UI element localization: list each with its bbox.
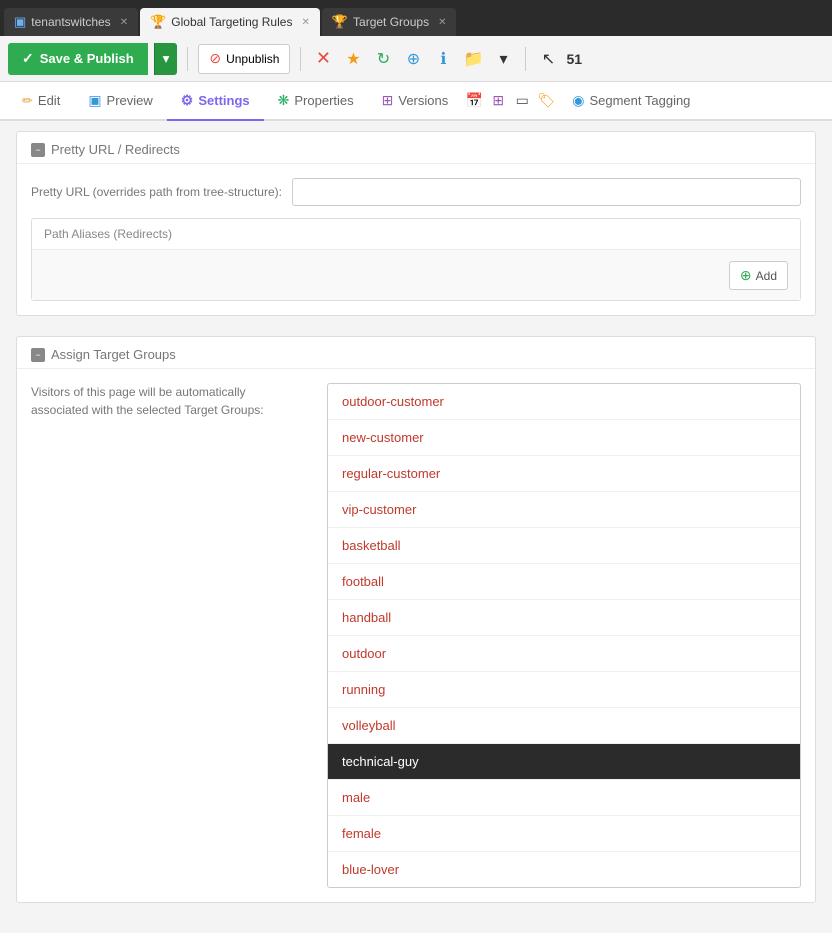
save-publish-label: Save & Publish [40, 51, 134, 66]
tab-tenantswitches[interactable]: ▣ tenantswitches ✕ [4, 8, 138, 36]
chevron-down-icon: ▾ [163, 51, 170, 66]
assign-section-title: Assign Target Groups [51, 347, 176, 362]
toolbar-separator-2 [300, 47, 301, 71]
tab-label: Global Targeting Rules [171, 15, 292, 29]
pretty-url-body: Pretty URL (overrides path from tree-str… [17, 164, 815, 315]
segment-icon: ◉ [572, 92, 584, 109]
add-label: Add [756, 269, 777, 283]
target-group-item[interactable]: new-customer [328, 420, 800, 456]
target-group-item[interactable]: technical-guy [328, 744, 800, 780]
info-button[interactable]: ℹ [431, 47, 455, 71]
pretty-url-input[interactable] [292, 178, 801, 206]
star-button[interactable]: ★ [341, 47, 365, 71]
target-group-item[interactable]: volleyball [328, 708, 800, 744]
tab-properties[interactable]: ❋ Properties [264, 82, 368, 121]
no-circle-icon: ⊘ [209, 50, 221, 67]
toolbar: ✓ Save & Publish ▾ ⊘ Unpublish ✕ ★ ↻ ⊕ ℹ… [0, 36, 832, 82]
tab-versions-label: Versions [398, 93, 448, 108]
target-group-item[interactable]: male [328, 780, 800, 816]
tab-preview-label: Preview [107, 93, 153, 108]
calendar-icon[interactable]: 📅 [462, 89, 486, 113]
tablet-icon[interactable]: ▭ [510, 89, 534, 113]
tag-icon[interactable]: 🏷 [534, 89, 558, 113]
nav-tabs: ✏ Edit ▣ Preview ⚙ Settings ❋ Properties… [0, 82, 832, 121]
tab-target-groups[interactable]: 🏆 Target Groups ✕ [322, 8, 457, 36]
save-dropdown-button[interactable]: ▾ [154, 43, 178, 75]
target-groups-list: outdoor-customernew-customerregular-cust… [327, 383, 801, 888]
pretty-url-label: Pretty URL (overrides path from tree-str… [31, 185, 282, 199]
target-group-item[interactable]: vip-customer [328, 492, 800, 528]
target-group-item[interactable]: handball [328, 600, 800, 636]
collapse-toggle-2[interactable]: − [31, 348, 45, 362]
unpublish-label: Unpublish [226, 52, 279, 66]
tab-versions[interactable]: ⊞ Versions [368, 82, 463, 121]
target-group-item[interactable]: regular-customer [328, 456, 800, 492]
tab-label: tenantswitches [31, 15, 110, 29]
add-connection-button[interactable]: ⊕ [401, 47, 425, 71]
target-group-item[interactable]: outdoor [328, 636, 800, 672]
assign-target-groups-section: − Assign Target Groups Visitors of this … [16, 336, 816, 903]
target-group-item[interactable]: basketball [328, 528, 800, 564]
assign-desc-line2: associated with the selected Target Grou… [31, 403, 264, 417]
cursor-button[interactable]: ↖ [536, 47, 560, 71]
tab-segment-label: Segment Tagging [589, 93, 690, 108]
tab-close-icon[interactable]: ✕ [438, 17, 446, 28]
pretty-url-header: − Pretty URL / Redirects [17, 132, 815, 164]
add-alias-button[interactable]: ⊕ Add [729, 261, 788, 290]
tab-segment-tagging[interactable]: ◉ Segment Tagging [558, 82, 704, 121]
folder-button[interactable]: 📁 [461, 47, 485, 71]
tab-settings-label: Settings [198, 93, 249, 108]
settings-icon: ⚙ [181, 92, 194, 109]
content-area: − Pretty URL / Redirects Pretty URL (ove… [0, 121, 832, 933]
path-aliases-section: Path Aliases (Redirects) ⊕ Add [31, 218, 801, 301]
assign-description: Visitors of this page will be automatica… [31, 383, 311, 888]
path-aliases-header: Path Aliases (Redirects) [32, 219, 800, 250]
tab-close-icon[interactable]: ✕ [301, 17, 309, 28]
save-publish-button[interactable]: ✓ Save & Publish [8, 43, 148, 75]
tab-label: Target Groups [353, 15, 429, 29]
refresh-button[interactable]: ↻ [371, 47, 395, 71]
target-group-item[interactable]: blue-lover [328, 852, 800, 887]
trophy-icon: 🏆 [332, 14, 348, 30]
pretty-url-title: Pretty URL / Redirects [51, 142, 180, 157]
target-group-item[interactable]: female [328, 816, 800, 852]
assign-section-body: Visitors of this page will be automatica… [17, 369, 815, 902]
tab-properties-label: Properties [294, 93, 353, 108]
plus-circle-icon: ⊕ [740, 267, 752, 284]
target-group-item[interactable]: running [328, 672, 800, 708]
grid-icon[interactable]: ⊞ [486, 89, 510, 113]
tab-edit[interactable]: ✏ Edit [8, 83, 74, 121]
assign-desc-line1: Visitors of this page will be automatica… [31, 385, 246, 399]
tab-close-icon[interactable]: ✕ [120, 17, 128, 28]
tab-preview[interactable]: ▣ Preview [74, 82, 166, 121]
pretty-url-section: − Pretty URL / Redirects Pretty URL (ove… [16, 131, 816, 316]
tab-settings[interactable]: ⚙ Settings [167, 82, 264, 121]
dropdown-button[interactable]: ▾ [491, 47, 515, 71]
pretty-url-row: Pretty URL (overrides path from tree-str… [31, 178, 801, 206]
versions-icon: ⊞ [382, 92, 394, 109]
counter: 51 [566, 51, 582, 67]
edit-icon: ✏ [22, 93, 33, 109]
check-icon: ✓ [22, 50, 34, 67]
unpublish-button[interactable]: ⊘ Unpublish [198, 44, 290, 74]
toolbar-separator-3 [525, 47, 526, 71]
tab-global-targeting[interactable]: 🏆 Global Targeting Rules ✕ [140, 8, 320, 36]
path-aliases-body: ⊕ Add [32, 250, 800, 300]
red-x-button[interactable]: ✕ [311, 47, 335, 71]
path-aliases-title: Path Aliases (Redirects) [44, 227, 172, 241]
doc-icon: ▣ [14, 14, 26, 30]
target-group-item[interactable]: football [328, 564, 800, 600]
preview-icon: ▣ [88, 92, 101, 109]
tab-bar: ▣ tenantswitches ✕ 🏆 Global Targeting Ru… [0, 0, 832, 36]
trophy-icon: 🏆 [150, 14, 166, 30]
tab-edit-label: Edit [38, 93, 60, 108]
toolbar-separator [187, 47, 188, 71]
target-group-item[interactable]: outdoor-customer [328, 384, 800, 420]
properties-icon: ❋ [278, 92, 290, 109]
collapse-toggle[interactable]: − [31, 143, 45, 157]
assign-section-header: − Assign Target Groups [17, 337, 815, 369]
